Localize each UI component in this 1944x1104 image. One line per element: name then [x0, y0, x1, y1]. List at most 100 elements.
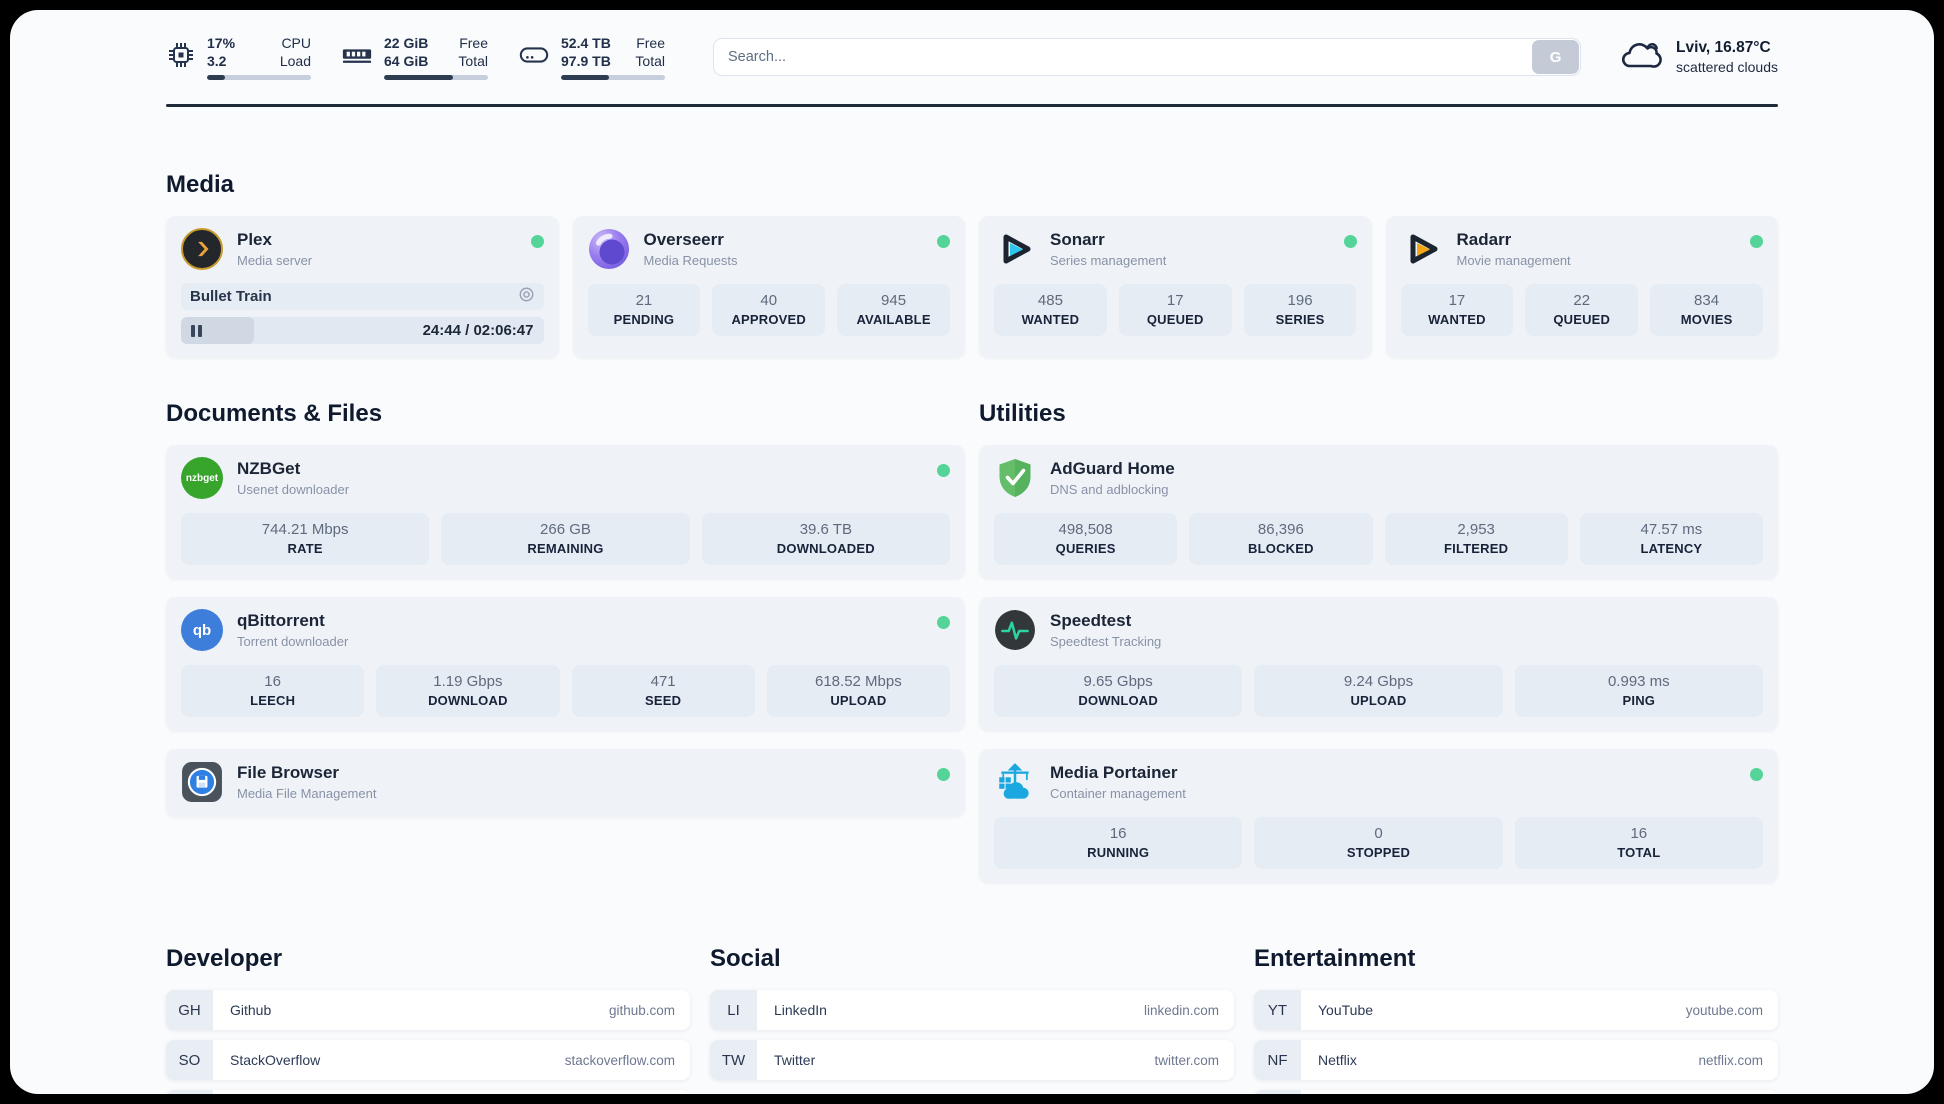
app-card-overseerr[interactable]: Overseerr Media Requests 21 PENDING 40 APP…	[572, 216, 965, 359]
disk-free: 52.4 TB	[561, 35, 611, 51]
stat-box: 2,953 FILTERED	[1384, 513, 1568, 566]
app-name: Radarr	[1456, 230, 1512, 250]
bookmark-url: stackoverflow.com	[564, 1052, 675, 1068]
bookmark-abbr: DT	[166, 1090, 213, 1094]
stat-label: WANTED	[1021, 312, 1080, 328]
bookmark-github[interactable]: GH Github github.com	[166, 990, 690, 1031]
stat-box: 9.65 Gbps DOWNLOAD	[994, 665, 1243, 718]
stat-value: 16	[264, 673, 281, 691]
cpu-icon	[166, 40, 196, 75]
status-dot	[937, 235, 950, 249]
stat-box: 9.24 Gbps UPLOAD	[1254, 665, 1503, 718]
bookmark-netflix[interactable]: NF Netflix netflix.com	[1254, 1040, 1778, 1081]
stat-box: 266 GB REMAINING	[441, 513, 690, 566]
bookmark-url: youtube.com	[1685, 1002, 1763, 1018]
bookmark-abbr: LI	[710, 990, 757, 1031]
bookmark-name: Netflix	[1318, 1052, 1357, 1069]
app-card-sonarr[interactable]: Sonarr Series management 485 WANTED 17 QUE…	[979, 216, 1372, 359]
header-divider	[166, 104, 1778, 108]
stat-box: 471 SEED	[571, 665, 755, 718]
stat-label: RUNNING	[1087, 845, 1150, 861]
app-card-radarr[interactable]: Radarr Movie management 17 WANTED 22 QUEUE…	[1385, 216, 1778, 359]
stat-value: 2,953	[1457, 521, 1495, 539]
top-bar: 17% 3.2 CPU Load 22 GiB 64 GiB Free Tota…	[166, 10, 1778, 81]
stat-label: DOWNLOAD	[1078, 693, 1158, 709]
stat-value: 47.57 ms	[1640, 521, 1703, 539]
app-name: AdGuard Home	[1050, 459, 1175, 479]
bookmark-name: Github	[230, 1002, 272, 1019]
stat-value: 266 GB	[540, 521, 591, 539]
bookmark-dev[interactable]: DT DEV dev.to	[166, 1090, 690, 1094]
app-card-speedtest[interactable]: Speedtest Speedtest Tracking 9.65 Gbps DO…	[979, 597, 1778, 732]
bookmark-url: github.com	[608, 1002, 675, 1018]
bookmark-stackoverflow[interactable]: SO StackOverflow stackoverflow.com	[166, 1040, 690, 1081]
scrobble-icon[interactable]	[518, 286, 535, 308]
stat-value: 39.6 TB	[799, 521, 852, 539]
stat-value: 21	[635, 292, 653, 310]
app-subtitle: Series management	[1050, 253, 1167, 269]
status-dot	[1750, 768, 1763, 782]
stat-label: FILTERED	[1444, 541, 1509, 557]
app-card-portainer[interactable]: Media Portainer Container management 16 R…	[979, 749, 1778, 884]
stat-label: QUEUED	[1146, 312, 1204, 328]
bookmark-name: Twitter	[774, 1052, 816, 1069]
app-subtitle: Media Requests	[643, 253, 738, 269]
bookmark-reddit[interactable]: RE Reddit reddit.com	[1254, 1090, 1778, 1094]
app-card-nzbget[interactable]: nzbget NZBGet Usenet downloader 744.21 M…	[166, 445, 965, 580]
status-dot	[530, 235, 544, 249]
bookmark-abbr: SO	[166, 1040, 213, 1081]
app-card-adguard[interactable]: AdGuard Home DNS and adblocking 498,508 Q…	[979, 445, 1778, 580]
stat-box: 16 RUNNING	[994, 817, 1243, 870]
stat-box: 21 PENDING	[587, 284, 701, 337]
stat-box: 498,508 QUERIES	[994, 513, 1178, 566]
bookmark-abbr: GH	[166, 990, 213, 1031]
qbittorrent-icon: qb	[181, 609, 223, 652]
stat-value: 9.65 Gbps	[1083, 673, 1153, 691]
disk-total: 97.9 TB	[561, 53, 611, 70]
app-name: NZBGet	[237, 459, 301, 479]
bookmark-twitter[interactable]: TW Twitter twitter.com	[710, 1040, 1234, 1081]
system-stats: 17% 3.2 CPU Load 22 GiB 64 GiB Free Tota…	[166, 34, 665, 81]
ram-label-1: Free	[459, 35, 488, 51]
weather-location-temp: Lviv, 16.87°C	[1676, 39, 1771, 57]
stat-value: 86,396	[1257, 521, 1304, 539]
app-subtitle: Media File Management	[237, 786, 377, 802]
app-card-plex[interactable]: Plex Media server Bullet Train 24:44 / 0…	[166, 216, 559, 359]
stat-label: AVAILABLE	[856, 312, 931, 328]
stat-label: STOPPED	[1346, 845, 1411, 861]
app-subtitle: Torrent downloader	[237, 634, 349, 650]
stat-value: 40	[760, 292, 778, 310]
section-title-utilities: Utilities	[979, 400, 1066, 428]
bookmark-abbr: TW	[710, 1040, 757, 1081]
stat-label: DOWNLOAD	[428, 693, 508, 709]
bookmark-youtube[interactable]: YT YouTube youtube.com	[1254, 990, 1778, 1031]
app-subtitle: Speedtest Tracking	[1050, 634, 1162, 650]
app-card-qbittorrent[interactable]: qb qBittorrent Torrent downloader 16 LEEC…	[166, 597, 965, 732]
stat-box: 47.57 ms LATENCY	[1579, 513, 1763, 566]
weather-widget: Lviv, 16.87°C scattered clouds	[1619, 37, 1778, 78]
status-dot	[937, 464, 950, 478]
bookmark-linkedin[interactable]: LI LinkedIn linkedin.com	[710, 990, 1234, 1031]
stat-label: LATENCY	[1640, 541, 1703, 557]
bookmark-abbr: RE	[1254, 1090, 1301, 1094]
playback-progressbar[interactable]: 24:44 / 02:06:47	[181, 317, 544, 345]
bookmark-url: linkedin.com	[1143, 1002, 1219, 1018]
stat-value: 9.24 Gbps	[1343, 673, 1414, 691]
status-dot	[937, 768, 950, 782]
cpu-label-1: CPU	[281, 35, 311, 51]
stat-label: MOVIES	[1680, 312, 1733, 328]
stat-label: LEECH	[250, 693, 296, 709]
stat-label: QUERIES	[1055, 541, 1116, 557]
now-playing-row: Bullet Train	[181, 283, 544, 311]
disk-label-2: Total	[635, 53, 665, 70]
now-playing-title: Bullet Train	[190, 288, 272, 306]
stat-box: 744.21 Mbps RATE	[181, 513, 430, 566]
stat-box: 945 AVAILABLE	[837, 284, 950, 337]
playback-time: 24:44 / 02:06:47	[422, 322, 534, 340]
search-input[interactable]	[713, 38, 1582, 77]
bookmark-name: YouTube	[1318, 1002, 1374, 1019]
app-card-filebrowser[interactable]: File Browser Media File Management	[166, 749, 965, 818]
stat-box: 0.993 ms PING	[1514, 665, 1763, 718]
search-engine-button[interactable]: G	[1532, 40, 1580, 75]
pause-button[interactable]	[191, 324, 202, 337]
